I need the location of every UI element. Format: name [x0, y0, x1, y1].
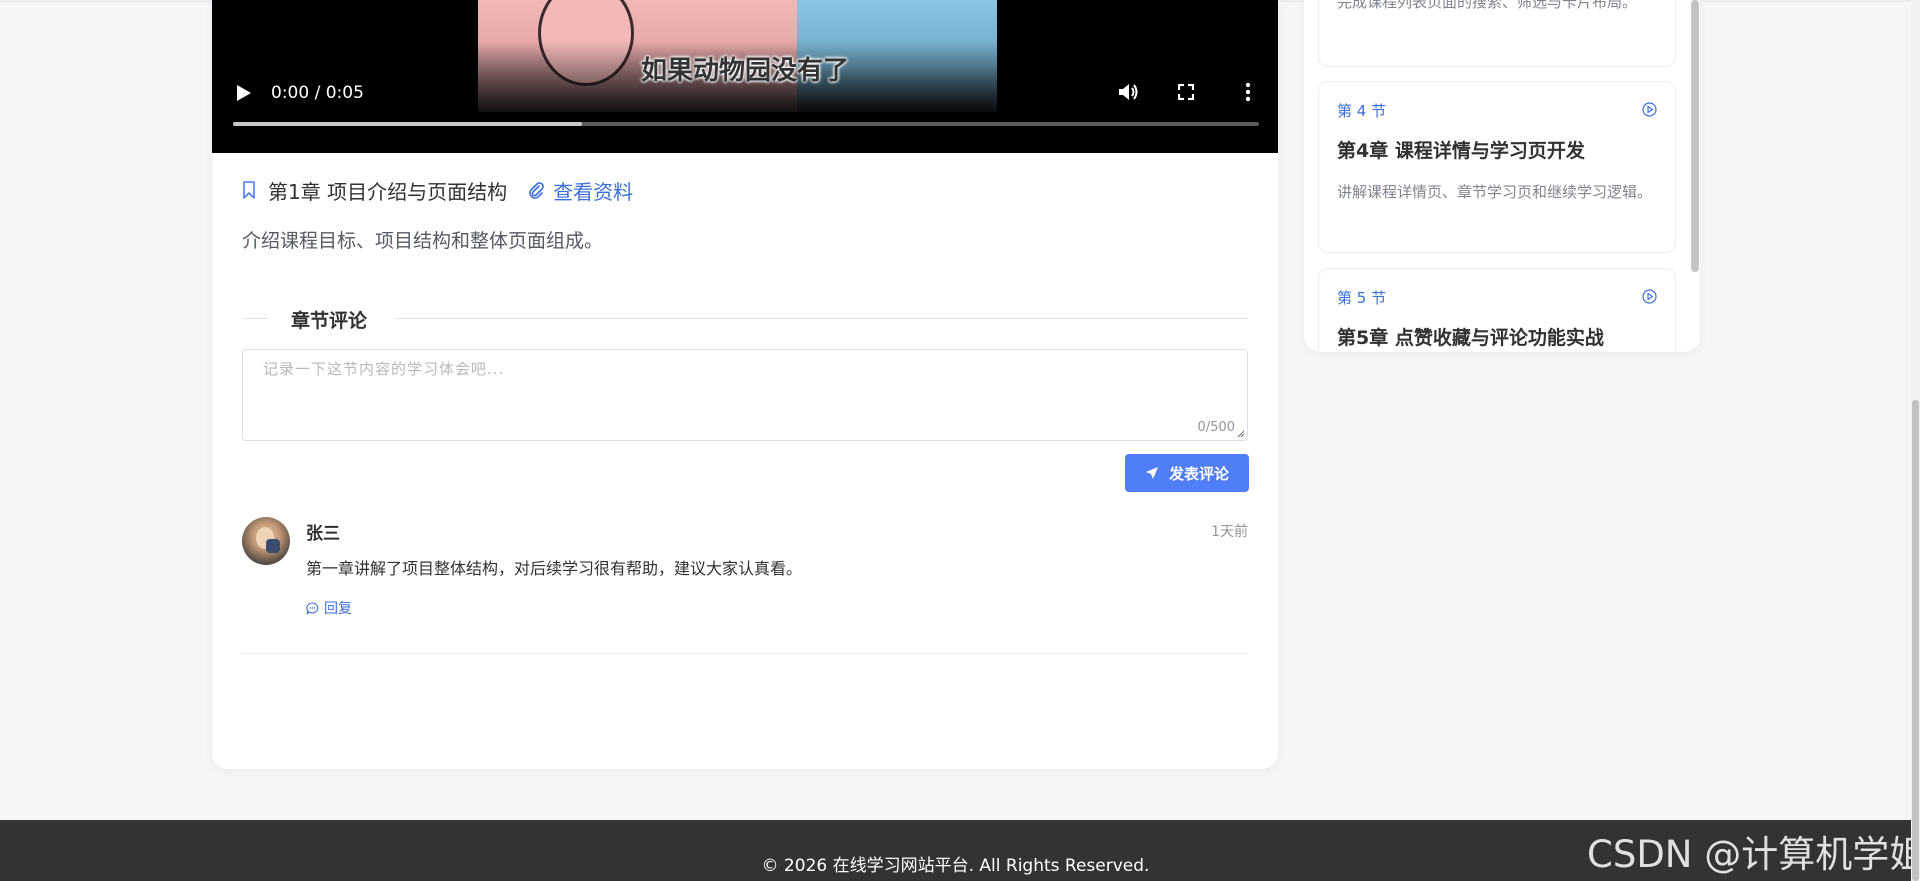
video-player[interactable]: 如果动物园没有了 0:00 / 0:05 — [212, 0, 1278, 153]
bookmark-icon — [243, 181, 255, 199]
submit-comment-button[interactable]: 发表评论 — [1125, 454, 1249, 492]
comment-textarea[interactable]: 记录一下这节内容的学习体会吧... 0/500 — [242, 349, 1248, 441]
lesson-number: 第 4 节 — [1337, 102, 1387, 120]
avatar[interactable] — [242, 517, 290, 565]
chapter-title: 第1章 项目介绍与页面结构 — [268, 179, 508, 204]
send-icon — [1145, 467, 1158, 479]
play-circle-icon[interactable] — [1642, 102, 1657, 117]
comments-section-header: 章节评论 — [242, 306, 1248, 332]
resize-handle-icon[interactable] — [1237, 430, 1245, 438]
comment-char-counter: 0/500 — [1197, 420, 1235, 435]
lesson-title: 第4章 课程详情与学习页开发 — [1337, 140, 1585, 162]
volume-icon[interactable] — [1118, 82, 1140, 102]
play-icon[interactable] — [236, 84, 252, 102]
divider — [242, 318, 268, 319]
comments-section-title: 章节评论 — [291, 310, 368, 332]
lesson-list-sidebar: 完成课程列表页面的搜索、筛选与卡片布局。 第 4 节 第4章 课程详情与学习页开… — [1304, 0, 1700, 352]
fullscreen-icon[interactable] — [1178, 84, 1194, 100]
lesson-card[interactable]: 第 4 节 第4章 课程详情与学习页开发 讲解课程详情页、章节学习页和继续学习逻… — [1318, 81, 1676, 253]
comment-time: 1天前 — [1211, 524, 1248, 540]
lesson-title: 第5章 点赞收藏与评论功能实战 — [1337, 327, 1604, 349]
chapter-description: 介绍课程目标、项目结构和整体页面组成。 — [242, 230, 604, 252]
reply-label: 回复 — [324, 601, 352, 617]
divider — [394, 318, 1248, 319]
comment-placeholder: 记录一下这节内容的学习体会吧... — [263, 360, 505, 378]
video-time: 0:00 / 0:05 — [271, 83, 364, 103]
play-circle-icon[interactable] — [1642, 289, 1657, 304]
page-scrollbar-thumb[interactable] — [1912, 400, 1919, 881]
submit-comment-label: 发表评论 — [1168, 464, 1229, 483]
comment-item: 张三 1天前 第一章讲解了项目整体结构，对后续学习很有帮助，建议大家认真看。 回… — [242, 517, 1248, 654]
comment-text: 第一章讲解了项目整体结构，对后续学习很有帮助，建议大家认真看。 — [306, 559, 803, 578]
sidebar-scrollbar[interactable] — [1691, 0, 1699, 272]
video-progress-bar[interactable] — [233, 122, 1259, 126]
chapter-main-card: 如果动物园没有了 0:00 / 0:05 第1章 项目介绍与页面结构 查看资料 … — [212, 0, 1278, 769]
watermark: CSDN @计算机学姐 — [1587, 833, 1920, 876]
more-icon[interactable] — [1245, 82, 1251, 102]
lesson-desc: 讲解课程详情页、章节学习页和继续学习逻辑。 — [1337, 183, 1653, 201]
lesson-number: 第 5 节 — [1337, 289, 1387, 307]
view-materials-link[interactable]: 查看资料 — [553, 176, 633, 205]
lesson-card[interactable]: 完成课程列表页面的搜索、筛选与卡片布局。 — [1318, 0, 1676, 67]
reply-icon — [306, 601, 319, 614]
lesson-card[interactable]: 第 5 节 第5章 点赞收藏与评论功能实战 — [1318, 268, 1676, 352]
avatar-object — [266, 539, 280, 553]
chapter-header: 第1章 项目介绍与页面结构 查看资料 — [242, 176, 633, 205]
reply-button[interactable]: 回复 — [306, 598, 352, 618]
lesson-desc: 完成课程列表页面的搜索、筛选与卡片布局。 — [1337, 0, 1638, 11]
paperclip-icon[interactable] — [527, 181, 545, 199]
comment-author: 张三 — [306, 524, 340, 544]
video-progress-fill — [233, 122, 582, 126]
